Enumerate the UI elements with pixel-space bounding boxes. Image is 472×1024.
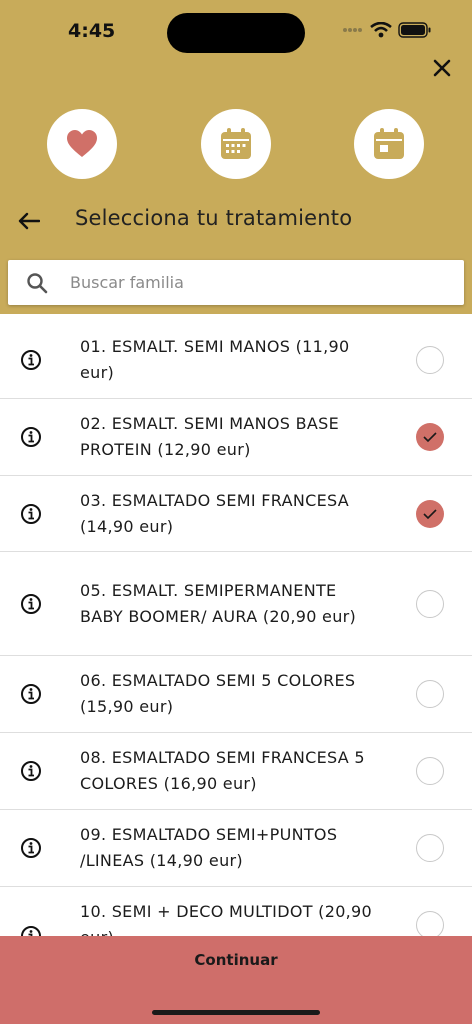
info-icon[interactable] [20,593,42,615]
select-radio[interactable] [416,680,444,708]
step-heart[interactable] [47,109,117,179]
close-button[interactable] [428,54,456,82]
continue-button[interactable]: Continuar [0,936,472,984]
treatment-row[interactable]: 03. ESMALTADO SEMI FRANCESA (14,90 eur) [0,476,472,552]
treatment-row[interactable]: 02. ESMALT. SEMI MANOS BASE PROTEIN (12,… [0,399,472,476]
treatment-row[interactable]: 08. ESMALTADO SEMI FRANCESA 5 COLORES (1… [0,733,472,810]
check-icon [423,432,437,443]
status-time: 4:45 [68,20,116,42]
treatment-label: 06. ESMALTADO SEMI 5 COLORES (15,90 eur) [80,671,356,716]
heart-icon [67,130,97,157]
info-icon[interactable] [20,349,42,371]
select-radio[interactable] [416,589,444,618]
dynamic-island [167,13,305,53]
info-icon[interactable] [20,760,42,782]
home-indicator [152,1010,320,1015]
info-icon[interactable] [20,683,42,705]
status-icons [342,22,432,38]
treatment-label: 08. ESMALTADO SEMI FRANCESA 5 COLORES (1… [80,748,365,793]
select-radio[interactable] [416,757,444,785]
info-icon[interactable] [20,426,42,448]
treatment-label: 01. ESMALT. SEMI MANOS (11,90 eur) [80,337,350,382]
back-button[interactable] [14,206,44,236]
wifi-icon [370,22,392,38]
select-radio[interactable] [416,346,444,374]
signal-icon [343,28,362,32]
close-icon [433,59,451,77]
select-radio-checked[interactable] [416,423,444,451]
info-icon[interactable] [20,837,42,859]
select-radio[interactable] [416,834,444,862]
treatment-row[interactable]: 05. ESMALT. SEMIPERMANENTE BABY BOOMER/ … [0,552,472,656]
select-radio-checked[interactable] [416,499,444,528]
calendar-grid-icon [221,128,251,159]
treatment-row[interactable]: 01. ESMALT. SEMI MANOS (11,90 eur) [0,322,472,399]
select-radio[interactable] [416,911,444,939]
treatment-list: 01. ESMALT. SEMI MANOS (11,90 eur) 02. E… [0,322,472,964]
search-bar[interactable] [8,260,464,305]
treatment-row[interactable]: 09. ESMALTADO SEMI+PUNTOS /LINEAS (14,90… [0,810,472,887]
step-calendar-grid[interactable] [201,109,271,179]
step-calendar-day[interactable] [354,109,424,179]
check-icon [423,508,437,519]
treatment-label: 02. ESMALT. SEMI MANOS BASE PROTEIN (12,… [80,414,340,459]
treatment-row[interactable]: 06. ESMALTADO SEMI 5 COLORES (15,90 eur) [0,656,472,733]
info-icon[interactable] [20,503,42,525]
calendar-day-icon [374,128,404,159]
arrow-left-icon [18,212,40,230]
page-title: Selecciona tu tratamiento [75,206,353,230]
header: 4:45 Selecciona tu tratamiento Buscar fa… [0,0,472,314]
search-input[interactable] [68,272,432,293]
treatment-label: 03. ESMALTADO SEMI FRANCESA (14,90 eur) [80,490,349,536]
footer: Continuar [0,936,472,1024]
treatment-label: 09. ESMALTADO SEMI+PUNTOS /LINEAS (14,90… [80,825,338,870]
treatment-label: 05. ESMALT. SEMIPERMANENTE BABY BOOMER/ … [80,580,357,626]
battery-icon [398,22,431,38]
search-icon [27,272,48,293]
